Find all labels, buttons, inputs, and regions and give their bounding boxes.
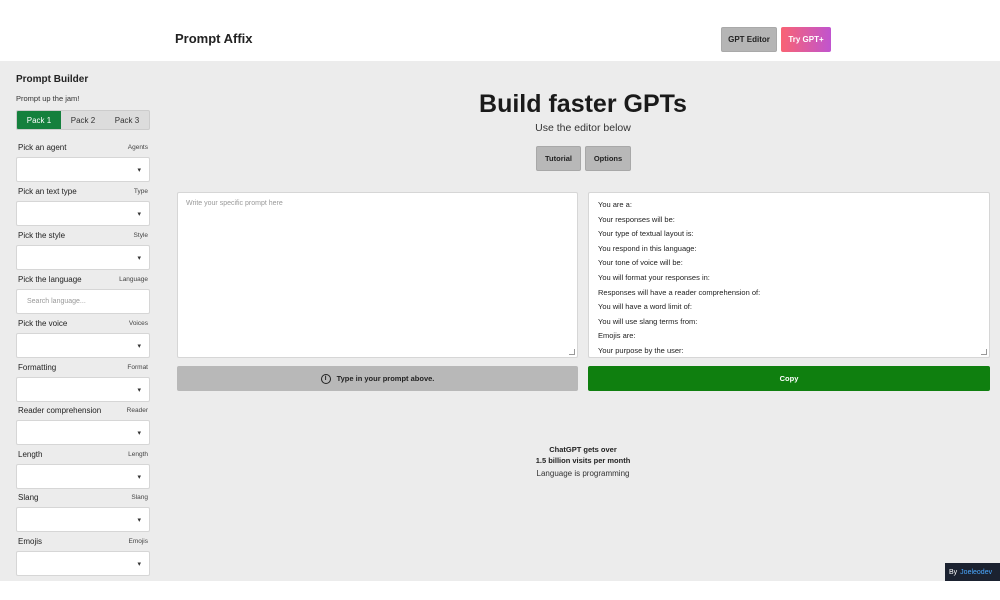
output-line: Responses will have a reader comprehensi… <box>598 287 761 297</box>
tab-pack-3[interactable]: Pack 3 <box>105 111 149 129</box>
length-select[interactable]: ▾ <box>16 464 150 489</box>
emojis-field: Emojis Emojis ▾ <box>16 536 150 576</box>
info-icon: i <box>320 373 331 384</box>
prompt-textarea[interactable]: Write your specific prompt here <box>177 192 578 358</box>
options-button[interactable]: Options <box>585 146 631 171</box>
chevron-down-icon: ▾ <box>137 387 141 394</box>
tagline: Language is programming <box>536 469 630 478</box>
length-field: Length Length ▾ <box>16 449 150 489</box>
field-tag: Format <box>127 363 148 371</box>
style-field: Pick the style Style ▾ <box>16 230 150 270</box>
field-tag: Voices <box>128 319 148 327</box>
field-label: Pick the language <box>18 274 82 284</box>
reader-select[interactable]: ▾ <box>16 420 150 445</box>
field-tag: Reader <box>126 406 148 414</box>
output-line: You will have a word limit of: <box>598 302 692 312</box>
chevron-down-icon: ▾ <box>137 343 141 350</box>
resize-handle-icon[interactable] <box>981 349 987 355</box>
field-label: Pick the style <box>18 230 66 240</box>
field-label: Pick an agent <box>18 142 67 152</box>
chevron-down-icon: ▾ <box>137 561 141 568</box>
slang-select[interactable]: ▾ <box>16 507 150 532</box>
language-search-input[interactable]: Search language... <box>16 289 150 314</box>
sidebar-subtitle: Prompt up the jam! <box>16 94 80 103</box>
chevron-down-icon: ▾ <box>137 167 141 174</box>
field-tag: Language <box>119 275 148 283</box>
voice-select[interactable]: ▾ <box>16 333 150 358</box>
field-label: Length <box>18 449 43 459</box>
formatting-select[interactable]: ▾ <box>16 377 150 402</box>
page-title: Build faster GPTs <box>479 90 687 118</box>
chevron-down-icon: ▾ <box>137 255 141 262</box>
text-type-field: Pick an text type Type ▾ <box>16 186 150 226</box>
field-tag: Slang <box>131 493 148 501</box>
field-tag: Agents <box>127 143 148 151</box>
output-line: You are a: <box>598 200 632 209</box>
output-line: Your tone of voice will be: <box>598 258 683 268</box>
field-tag: Type <box>133 187 148 195</box>
output-line: You respond in this language: <box>598 243 697 253</box>
output-line: You will use slang terms from: <box>598 316 698 326</box>
style-select[interactable]: ▾ <box>16 245 150 270</box>
field-label: Emojis <box>18 536 43 546</box>
page-subtitle: Use the editor below <box>535 122 631 134</box>
visits-stat: ChatGPT gets over 1.5 billion visits per… <box>483 445 683 466</box>
field-tag: Emojis <box>128 537 148 545</box>
output-line: Your responses will be: <box>598 214 675 224</box>
chevron-down-icon: ▾ <box>137 211 141 218</box>
reader-field: Reader comprehension Reader ▾ <box>16 405 150 445</box>
type-prompt-label: Type in your prompt above. <box>336 374 435 383</box>
text-type-select[interactable]: ▾ <box>16 201 150 226</box>
author-link[interactable]: Joeleodev <box>960 569 992 576</box>
field-tag: Length <box>128 450 148 458</box>
sidebar-title: Prompt Builder <box>16 74 89 85</box>
output-line: Your purpose by the user: <box>598 345 684 355</box>
chevron-down-icon: ▾ <box>137 430 141 437</box>
try-gpt-plus-button[interactable]: Try GPT+ <box>781 27 831 52</box>
type-prompt-button[interactable]: i Type in your prompt above. <box>177 366 578 391</box>
pack-tabs: Pack 1 Pack 2 Pack 3 <box>16 110 150 130</box>
tab-pack-2[interactable]: Pack 2 <box>61 111 105 129</box>
prompt-placeholder: Write your specific prompt here <box>186 200 283 207</box>
stat-line-1: ChatGPT gets over <box>549 445 617 454</box>
stat-line-2: 1.5 billion visits per month <box>535 455 631 465</box>
gpt-editor-button[interactable]: GPT Editor <box>721 27 777 52</box>
slang-field: Slang Slang ▾ <box>16 492 150 532</box>
output-line: Your type of textual layout is: <box>598 229 694 239</box>
voice-field: Pick the voice Voices ▾ <box>16 318 150 358</box>
emojis-select[interactable]: ▾ <box>16 551 150 576</box>
output-line: You will format your responses in: <box>598 272 710 282</box>
resize-handle-icon[interactable] <box>569 349 575 355</box>
tutorial-button[interactable]: Tutorial <box>536 146 581 171</box>
language-field: Pick the language Language Search languag… <box>16 274 150 314</box>
chevron-down-icon: ▾ <box>137 474 141 481</box>
formatting-field: Formatting Format ▾ <box>16 362 150 402</box>
by-label: By <box>949 568 958 576</box>
chevron-down-icon: ▾ <box>137 517 141 524</box>
copy-button[interactable]: Copy <box>588 366 990 391</box>
output-line: Emojis are: <box>598 331 636 341</box>
field-tag: Style <box>133 231 148 239</box>
top-bar: Prompt Affix GPT Editor Try GPT+ <box>0 0 1000 61</box>
prompt-builder-sidebar: Prompt Builder Prompt up the jam! Pack 1… <box>16 74 150 576</box>
tab-pack-1[interactable]: Pack 1 <box>17 111 61 129</box>
field-label: Pick an text type <box>18 186 77 196</box>
field-label: Reader comprehension <box>18 405 102 415</box>
agent-select[interactable]: ▾ <box>16 157 150 182</box>
brand-title[interactable]: Prompt Affix <box>175 31 253 46</box>
agent-field: Pick an agent Agents ▾ <box>16 142 150 182</box>
output-textarea[interactable]: You are a: Your responses will be: Your … <box>588 192 990 358</box>
field-label: Slang <box>18 492 39 502</box>
field-label: Formatting <box>18 362 57 372</box>
field-label: Pick the voice <box>18 318 68 328</box>
author-badge: By Joeleodev <box>945 563 1000 581</box>
